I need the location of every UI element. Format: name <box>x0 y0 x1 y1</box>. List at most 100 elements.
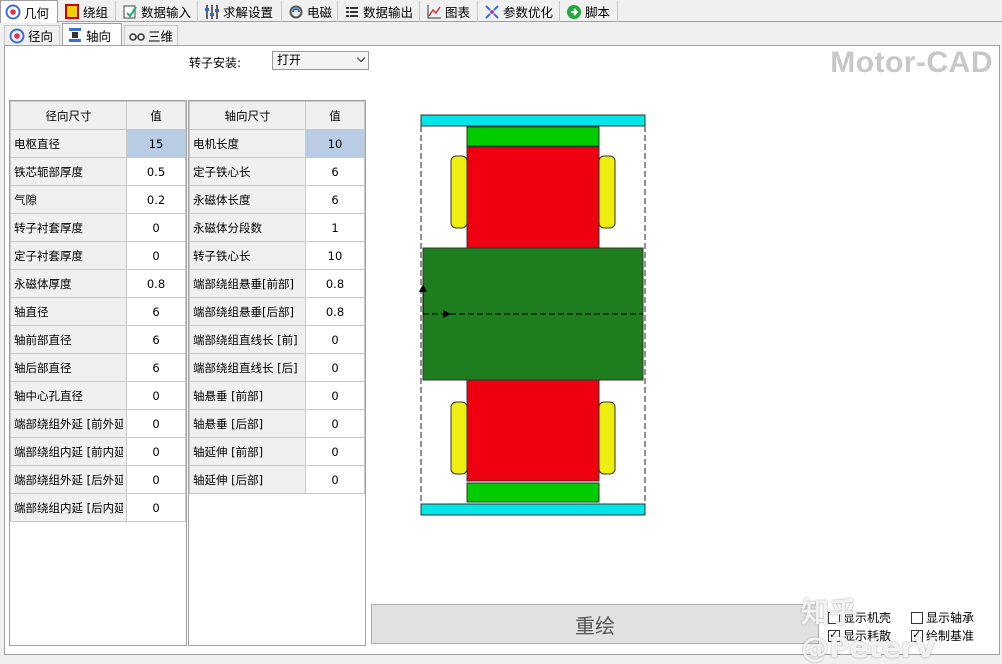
row-label-text: 端部绕组悬垂[前部] <box>193 276 294 291</box>
subtab-label: 轴向 <box>86 28 112 44</box>
row-label: 定子衬套厚度 <box>10 241 127 270</box>
value-cell[interactable]: 0 <box>305 409 365 438</box>
row-label-text: 转子衬套厚度 <box>14 220 83 235</box>
row-label: 轴延伸 [后部] <box>189 465 306 494</box>
value-cell[interactable]: 0 <box>305 353 365 382</box>
tab-optimisation[interactable]: 参数优化 <box>480 1 560 22</box>
table-row: 定子铁心长 6 <box>189 157 365 186</box>
row-label: 永磁体厚度 <box>10 269 127 298</box>
table-row: 轴中心孔直径 0 <box>10 381 186 410</box>
value-cell[interactable]: 0 <box>305 465 365 494</box>
row-label-text: 端部绕组直线长 [前] <box>193 332 298 347</box>
row-label: 转子衬套厚度 <box>10 213 127 242</box>
tab-winding[interactable]: 绕组 <box>60 1 116 22</box>
tab-geometry[interactable]: 几何 <box>0 0 58 23</box>
value-cell[interactable]: 0 <box>305 325 365 354</box>
row-label-text: 轴前部直径 <box>14 332 72 347</box>
tab-electromagnetic[interactable]: 电磁 <box>284 1 338 22</box>
housing-top <box>420 114 646 127</box>
subtab-axial[interactable]: 轴向 <box>62 23 122 46</box>
row-label-text: 轴中心孔直径 <box>14 388 83 403</box>
value-cell[interactable]: 0 <box>126 381 186 410</box>
row-label: 轴后部直径 <box>10 353 127 382</box>
stator-back-iron-bottom <box>466 482 600 503</box>
value-cell[interactable]: 6 <box>305 157 365 186</box>
axial-cross-section-drawing <box>419 114 646 516</box>
value-cell[interactable]: 0.8 <box>305 269 365 298</box>
table-header: 值 <box>126 101 186 130</box>
value-cell[interactable]: 0.8 <box>126 269 186 298</box>
row-label: 端部绕组外延 [后外延 <box>10 465 127 494</box>
tab-data-output[interactable]: 数据输出 <box>340 1 420 22</box>
row-label-text: 轴延伸 [前部] <box>193 444 264 459</box>
value-cell[interactable]: 6 <box>126 297 186 326</box>
value-cell[interactable]: 0 <box>126 437 186 466</box>
row-label: 轴前部直径 <box>10 325 127 354</box>
table-row: 轴悬垂 [后部] 0 <box>189 409 365 438</box>
tab-graph[interactable]: 图表 <box>422 1 478 22</box>
tab-solver-settings[interactable]: 求解设置 <box>200 1 282 22</box>
table-row: 转子衬套厚度 0 <box>10 213 186 242</box>
table-header: 轴向尺寸 <box>189 101 306 130</box>
row-label: 电机长度 <box>189 129 306 158</box>
value-cell[interactable]: 0 <box>126 213 186 242</box>
row-label: 端部绕组内延 [后内延 <box>10 493 127 522</box>
row-label: 定子铁心长 <box>189 157 306 186</box>
motor-cad-logo: Motor-CAD <box>830 46 993 79</box>
row-label: 转子铁心长 <box>189 241 306 270</box>
subtab-radial[interactable]: 径向 <box>4 25 60 45</box>
value-cell[interactable]: 0 <box>126 241 186 270</box>
value-cell[interactable]: 1 <box>305 213 365 242</box>
value-cell[interactable]: 0 <box>126 493 186 522</box>
geometry-subtab-bar: 径向 轴向 三维 <box>0 23 1002 46</box>
subtab-label: 径向 <box>28 29 54 44</box>
value-cell[interactable]: 10 <box>305 241 365 270</box>
value-cell[interactable]: 6 <box>126 325 186 354</box>
end-winding-front-bottom <box>450 401 468 475</box>
table-header: 径向尺寸 <box>10 101 127 130</box>
stator-back-iron-top <box>466 126 600 147</box>
table-row: 永磁体厚度 0.8 <box>10 269 186 298</box>
end-winding-front-top <box>450 155 468 229</box>
row-label-text: 端部绕组直线长 [后] <box>193 360 298 375</box>
housing-bottom <box>420 503 646 516</box>
table-row: 端部绕组外延 [前外延 0 <box>10 409 186 438</box>
row-label-text: 端部绕组外延 [后外延 <box>14 472 123 487</box>
redraw-button[interactable]: 重绘 <box>371 604 819 644</box>
table-row: 永磁体分段数 1 <box>189 213 365 242</box>
value-cell[interactable]: 0.8 <box>305 297 365 326</box>
value-cell[interactable]: 0 <box>305 437 365 466</box>
row-label-text: 端部绕组外延 [前外延 <box>14 416 123 431</box>
table-row: 轴前部直径 6 <box>10 325 186 354</box>
row-label: 端部绕组内延 [前内延 <box>10 437 127 466</box>
table-row: 电枢直径 15 <box>10 129 186 158</box>
value-cell[interactable]: 0 <box>305 381 365 410</box>
tab-script[interactable]: 脚本 <box>562 1 618 22</box>
row-label-text: 定子铁心长 <box>193 164 251 179</box>
value-cell[interactable]: 10 <box>305 129 365 158</box>
value-cell[interactable]: 0.2 <box>126 185 186 214</box>
3d-icon <box>129 28 145 44</box>
row-label: 永磁体长度 <box>189 185 306 214</box>
row-label: 端部绕组悬垂[后部] <box>189 297 306 326</box>
script-icon <box>566 4 582 20</box>
row-label-text: 电机长度 <box>193 136 239 151</box>
graph-icon <box>426 4 442 20</box>
value-cell[interactable]: 15 <box>126 129 186 158</box>
winding-icon <box>64 3 80 20</box>
value-cell[interactable]: 0 <box>126 465 186 494</box>
row-label-text: 永磁体长度 <box>193 192 251 207</box>
rotor-mount-select[interactable]: 打开 <box>272 51 369 70</box>
table-row: 端部绕组直线长 [后] 0 <box>189 353 365 382</box>
value-cell[interactable]: 0 <box>126 409 186 438</box>
value-cell[interactable]: 6 <box>126 353 186 382</box>
value-cell[interactable]: 0.5 <box>126 157 186 186</box>
table-header: 值 <box>305 101 365 130</box>
subtab-3d[interactable]: 三维 <box>124 25 178 45</box>
row-label: 端部绕组直线长 [后] <box>189 353 306 382</box>
row-label-text: 永磁体厚度 <box>14 276 72 291</box>
value-cell[interactable]: 6 <box>305 185 365 214</box>
table-row: 永磁体长度 6 <box>189 185 365 214</box>
tab-data-input[interactable]: 数据输入 <box>118 1 198 22</box>
geometry-icon <box>5 4 21 20</box>
